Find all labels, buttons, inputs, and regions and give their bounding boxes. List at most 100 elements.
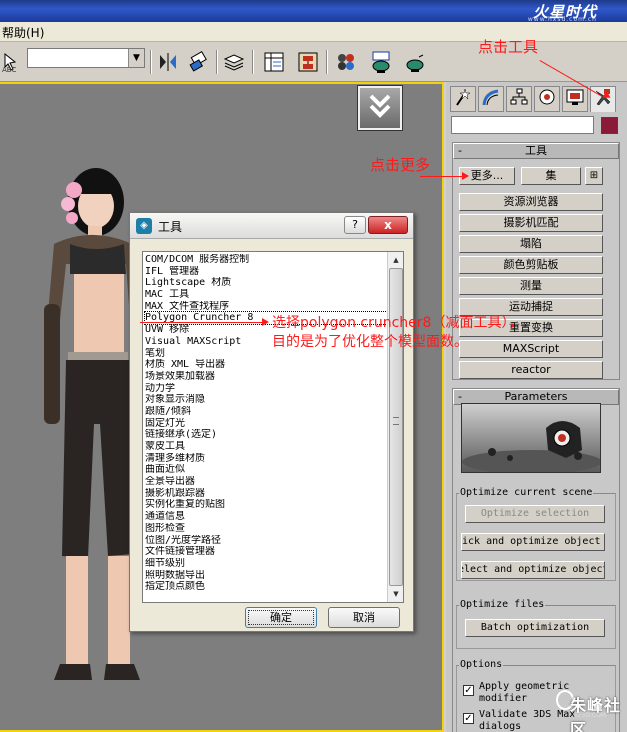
polygon-cruncher-logo — [461, 403, 601, 473]
list-item[interactable]: IFL 管理器 — [145, 266, 387, 278]
command-panel-tabs — [448, 84, 625, 114]
list-item[interactable]: 清理多维材质 — [145, 453, 387, 465]
list-item[interactable]: 链接继承(选定) — [145, 429, 387, 441]
layer-manager-icon[interactable] — [222, 50, 246, 74]
list-item[interactable]: 场景效果加载器 — [145, 371, 387, 383]
collapse-button[interactable]: 塌陷 — [459, 235, 603, 253]
list-item[interactable]: 文件链接管理器 — [145, 546, 387, 558]
collapse-icon: - — [458, 144, 462, 157]
list-item[interactable]: Lightscape 材质 — [145, 277, 387, 289]
align-icon[interactable] — [186, 50, 210, 74]
reactor-button[interactable]: reactor — [459, 361, 603, 379]
watermark-logo: 火星时代 www.hxsd.com.cn — [527, 3, 597, 23]
annotation-click-more: 点击更多 — [370, 156, 431, 174]
apply-geometric-label-2: modifier — [479, 693, 528, 704]
scroll-up-icon[interactable]: ▲ — [389, 253, 403, 267]
annotation-arrow-line — [140, 322, 262, 323]
list-item[interactable]: 通道信息 — [145, 511, 387, 523]
list-item[interactable]: 实例化重复的贴图 — [145, 499, 387, 511]
optimize-selection-button[interactable]: Optimize selection — [465, 505, 605, 523]
batch-optimization-button[interactable]: Batch optimization — [465, 619, 605, 637]
arrow-right-icon — [462, 172, 469, 180]
list-item[interactable]: 跟随/倾斜 — [145, 406, 387, 418]
cancel-button[interactable]: 取消 — [328, 607, 400, 628]
list-item[interactable]: MAX 文件查找程序 — [145, 301, 387, 313]
window-titlebar: 火星时代 www.hxsd.com.cn — [0, 0, 627, 23]
create-icon[interactable] — [450, 86, 476, 112]
asset-browser-button[interactable]: 资源浏览器 — [459, 193, 603, 211]
pick-and-optimize-button[interactable]: Pick and optimize object — [461, 533, 605, 551]
list-item[interactable]: 细节级别 — [145, 558, 387, 570]
watermark-logo: 朱峰社区 ZF3D.COM — [556, 690, 627, 732]
menu-help[interactable]: 帮助(H) — [0, 24, 46, 41]
close-button[interactable]: x — [368, 216, 408, 234]
object-name-field[interactable] — [451, 116, 594, 134]
toolbar-divider — [150, 50, 152, 74]
list-item[interactable]: 固定灯光 — [145, 418, 387, 430]
validate-dialogs-checkbox[interactable]: ✓ — [463, 713, 474, 724]
collapse-icon: - — [458, 390, 462, 403]
double-chevron-down-icon[interactable] — [357, 85, 403, 131]
curve-editor-icon[interactable] — [262, 50, 286, 74]
grip-icon — [393, 417, 399, 425]
select-and-optimize-button[interactable]: Select and optimize object — [461, 561, 605, 579]
material-editor-icon[interactable] — [334, 50, 358, 74]
utilities-dialog: ◈ 工具 ? x COM/DCOM 服务器控制 IFL 管理器 Lightscape… — [129, 212, 414, 632]
render-scene-icon[interactable] — [368, 50, 392, 74]
utilities-icon[interactable] — [590, 86, 616, 112]
annotation-select-polygon-cruncher: 选择polygon cruncher8（减面工具）， — [272, 315, 523, 331]
quick-render-icon[interactable] — [402, 50, 426, 74]
dialog-titlebar[interactable]: ◈ 工具 ? x — [130, 213, 413, 239]
abc-label: ABC — [2, 66, 17, 74]
hierarchy-icon[interactable] — [506, 86, 532, 112]
list-item[interactable]: 动力学 — [145, 383, 387, 395]
list-item[interactable]: 曲面近似 — [145, 464, 387, 476]
list-item[interactable]: COM/DCOM 服务器控制 — [145, 254, 387, 266]
list-item[interactable]: 位图/光度学路径 — [145, 535, 387, 547]
apply-geometric-checkbox[interactable]: ✓ — [463, 685, 474, 696]
display-icon[interactable] — [562, 86, 588, 112]
list-item[interactable]: 材质 XML 导出器 — [145, 359, 387, 371]
scroll-down-icon[interactable]: ▼ — [389, 587, 403, 601]
arrow-right-icon — [262, 318, 269, 326]
measure-button[interactable]: 测量 — [459, 277, 603, 295]
list-item[interactable]: 图形检查 — [145, 523, 387, 535]
named-selection-dropdown[interactable]: ▼ — [27, 48, 145, 68]
list-item[interactable]: 全景导出器 — [145, 476, 387, 488]
toolbar-divider — [326, 50, 328, 74]
dialog-title: 工具 — [158, 220, 183, 234]
chevron-down-icon[interactable]: ▼ — [128, 49, 144, 67]
list-item[interactable]: 指定顶点颜色 — [145, 581, 387, 593]
color-clipboard-button[interactable]: 颜色剪贴板 — [459, 256, 603, 274]
toolbar-divider — [216, 50, 218, 74]
optimize-scene-label: Optimize current scene — [459, 487, 594, 498]
list-item[interactable]: 照明数据导出 — [145, 570, 387, 582]
maxscript-button[interactable]: MAXScript — [459, 340, 603, 358]
schematic-view-icon[interactable] — [296, 50, 320, 74]
validate-dialogs-label-2: dialogs — [479, 721, 522, 732]
sets-button[interactable]: 集 — [521, 167, 581, 185]
tools-rollout-header[interactable]: - 工具 — [453, 143, 619, 159]
modify-icon[interactable] — [478, 86, 504, 112]
list-item[interactable]: 摄影机跟踪器 — [145, 488, 387, 500]
optimize-files-label: Optimize files — [459, 599, 546, 610]
configure-sets-icon[interactable]: ⊞ — [585, 167, 603, 185]
list-item[interactable]: 蒙皮工具 — [145, 441, 387, 453]
mirror-icon[interactable] — [156, 50, 180, 74]
help-button[interactable]: ? — [344, 216, 366, 234]
parameters-rollout: - Parameters Optimize current scene Opti… — [452, 388, 620, 732]
tools-rollout: - 工具 更多... 集 ⊞ 资源浏览器 摄影机匹配 塌陷 颜色剪贴板 测量 运… — [452, 142, 620, 380]
utility-list-items: COM/DCOM 服务器控制 IFL 管理器 Lightscape 材质 MAC 工具… — [144, 254, 388, 593]
list-item[interactable]: 对象显示消隐 — [145, 394, 387, 406]
object-color-swatch[interactable] — [601, 117, 618, 134]
camera-match-button[interactable]: 摄影机匹配 — [459, 214, 603, 232]
utility-app-icon: ◈ — [136, 218, 152, 234]
list-scrollbar[interactable]: ▲ ▼ — [387, 252, 403, 602]
utility-list[interactable]: COM/DCOM 服务器控制 IFL 管理器 Lightscape 材质 MAC 工具… — [142, 251, 404, 603]
annotation-click-tools: 点击工具 — [478, 38, 539, 56]
ok-button[interactable]: 确定 — [245, 607, 317, 628]
list-item[interactable]: MAC 工具 — [145, 289, 387, 301]
motion-icon[interactable] — [534, 86, 560, 112]
command-panel: - 工具 更多... 集 ⊞ 资源浏览器 摄影机匹配 塌陷 颜色剪贴板 测量 运… — [446, 82, 627, 732]
annotation-optimize-purpose: 目的是为了优化整个模型面数。 — [272, 334, 468, 350]
